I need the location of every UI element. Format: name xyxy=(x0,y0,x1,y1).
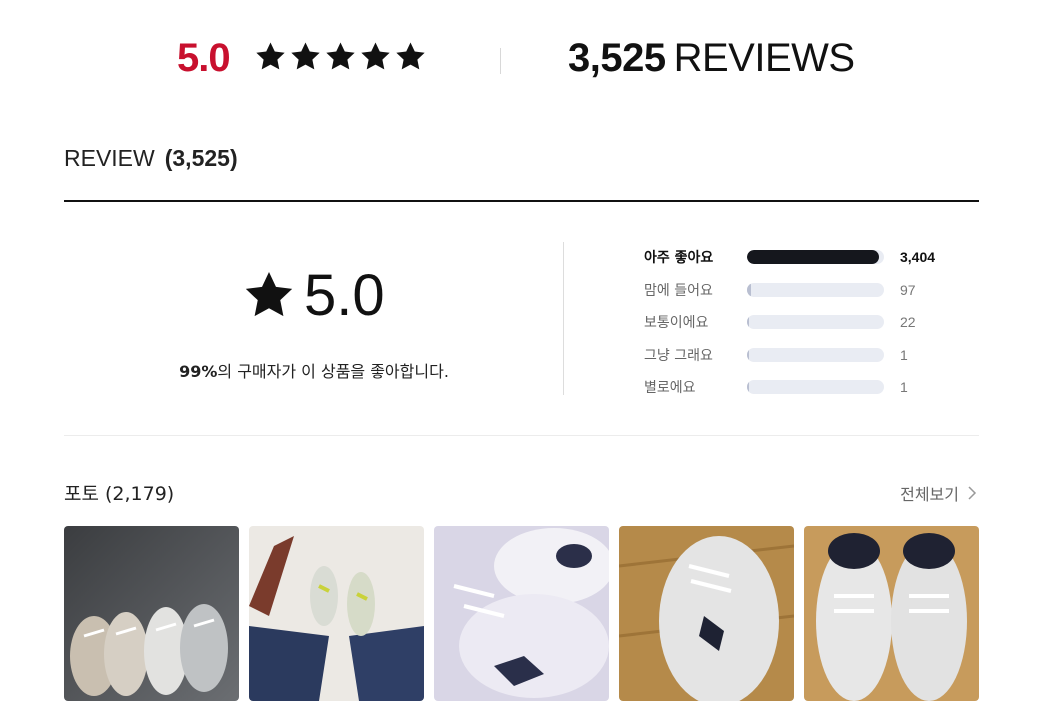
sneakers-photo xyxy=(64,526,239,701)
distribution-count: 1 xyxy=(900,379,908,396)
distribution-label: 그냥 그래요 xyxy=(644,347,713,364)
star-icon xyxy=(291,42,320,70)
distribution-label: 보통이에요 xyxy=(644,315,709,332)
distribution-row: 아주 좋아요 3,404 xyxy=(644,241,964,274)
rating-distribution: 아주 좋아요 3,404 맘에 들어요 97 보통이에요 22 그냥 그래요 1… xyxy=(644,241,964,404)
total-reviews: 3,525 REVIEWS xyxy=(568,36,855,81)
distribution-row: 맘에 들어요 97 xyxy=(644,274,964,307)
total-review-count: 3,525 xyxy=(568,36,666,80)
panel-divider xyxy=(563,242,564,395)
satisfaction-text: 의 구매자가 이 상품을 좋아합니다. xyxy=(217,362,449,381)
distribution-bar-fill xyxy=(747,347,750,362)
score-panel: 5.0 99%의 구매자가 이 상품을 좋아합니다. xyxy=(64,240,564,395)
star-icon xyxy=(326,42,355,70)
distribution-row: 그냥 그래요 1 xyxy=(644,339,964,372)
section-divider xyxy=(64,435,979,436)
star-icon xyxy=(361,42,390,70)
review-photo[interactable] xyxy=(249,526,424,701)
review-photo[interactable] xyxy=(619,526,794,701)
review-photo[interactable] xyxy=(434,526,609,701)
header-divider xyxy=(64,200,979,202)
distribution-bar xyxy=(747,282,884,297)
photo-strip xyxy=(64,526,979,701)
distribution-bar-fill xyxy=(747,380,750,395)
sneakers-photo xyxy=(619,526,794,701)
sneakers-photo xyxy=(249,526,424,701)
review-section-title: REVIEW (3,525) xyxy=(64,145,238,172)
distribution-bar xyxy=(747,347,884,362)
distribution-bar xyxy=(747,380,884,395)
star-icon xyxy=(396,42,425,70)
distribution-count: 3,404 xyxy=(900,249,936,266)
review-count: (3,525) xyxy=(164,145,238,171)
distribution-count: 97 xyxy=(900,281,916,298)
star-icon xyxy=(256,42,285,70)
sneakers-photo xyxy=(804,526,979,701)
distribution-bar-fill xyxy=(747,250,880,265)
satisfaction-percent: 99% xyxy=(179,362,218,381)
summary-divider xyxy=(500,48,501,74)
photo-section-title: 포토 (2,179) xyxy=(64,483,175,505)
distribution-bar-fill xyxy=(747,282,751,297)
star-rating xyxy=(254,40,427,73)
distribution-bar xyxy=(747,250,884,265)
average-score: 5.0 xyxy=(177,36,231,80)
rating-summary: 5.0 3,525 REVIEWS xyxy=(0,30,1047,92)
star-icon xyxy=(245,272,293,317)
distribution-label: 맘에 들어요 xyxy=(644,282,713,299)
sneakers-photo xyxy=(434,526,609,701)
distribution-row: 별로에요 1 xyxy=(644,371,964,404)
distribution-label: 아주 좋아요 xyxy=(644,250,714,267)
review-title: REVIEW xyxy=(64,145,155,171)
distribution-bar xyxy=(747,315,884,330)
distribution-bar-fill xyxy=(747,315,750,330)
distribution-row: 보통이에요 22 xyxy=(644,306,964,339)
chevron-right-icon xyxy=(968,486,977,500)
satisfaction-caption: 99%의 구매자가 이 상품을 좋아합니다. xyxy=(64,358,564,382)
distribution-count: 1 xyxy=(900,346,908,363)
reviews-label: REVIEWS xyxy=(673,36,855,80)
view-all-link[interactable]: 전체보기 xyxy=(900,481,977,505)
distribution-count: 22 xyxy=(900,314,916,331)
review-photo[interactable] xyxy=(804,526,979,701)
review-photo[interactable] xyxy=(64,526,239,701)
view-all-label: 전체보기 xyxy=(900,485,959,504)
big-score: 5.0 xyxy=(304,263,385,328)
distribution-label: 별로에요 xyxy=(644,380,696,397)
